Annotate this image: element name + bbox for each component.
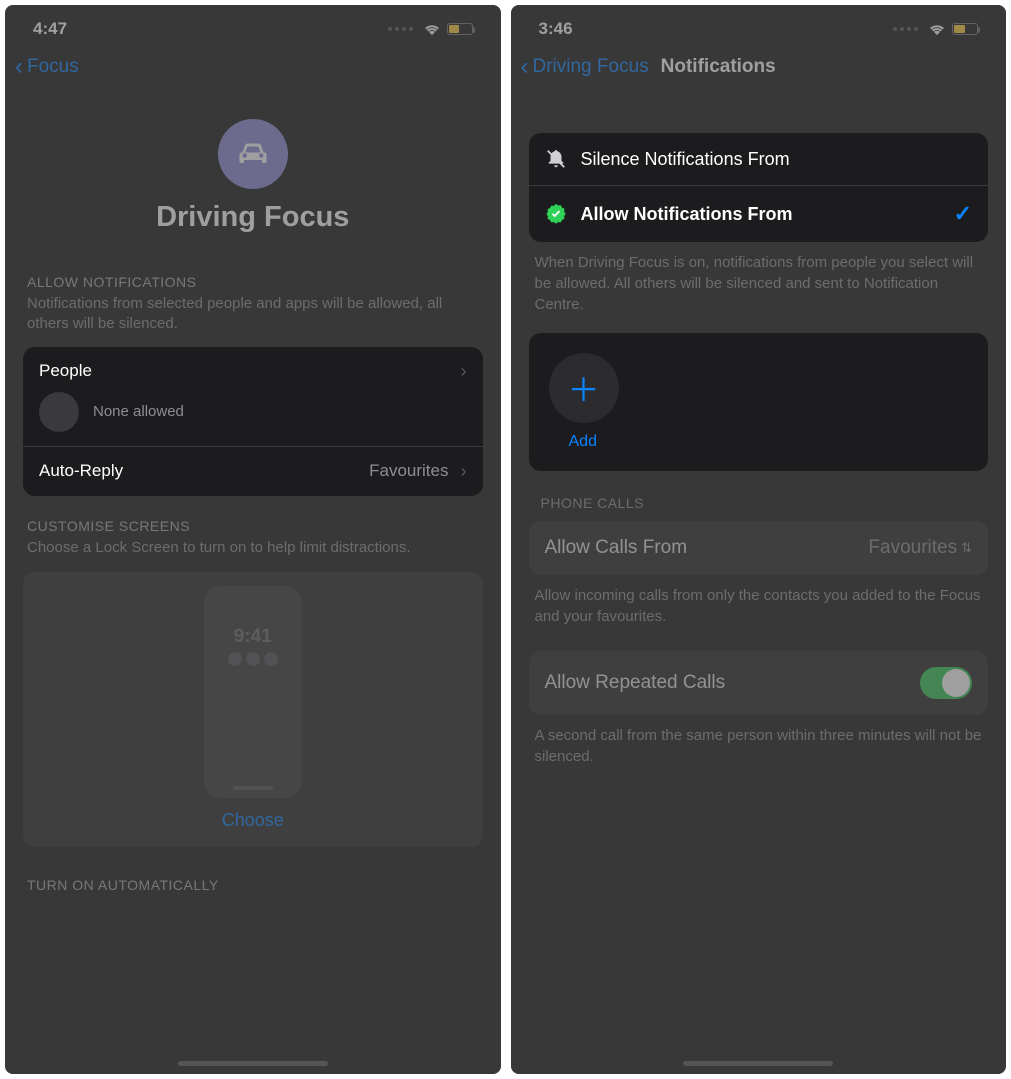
allow-mode-row[interactable]: Allow Notifications From ✓ — [529, 185, 989, 242]
add-people-card: ＋ Add — [529, 333, 989, 471]
mode-card: Silence Notifications From Allow Notific… — [529, 133, 989, 242]
cellular-dots-icon — [388, 27, 413, 31]
repeated-calls-toggle[interactable] — [920, 667, 972, 699]
section-customise-screens: CUSTOMISE SCREENS Choose a Lock Screen t… — [5, 496, 501, 558]
bell-slash-icon — [545, 148, 567, 170]
people-none-label: None allowed — [93, 403, 184, 420]
chevron-right-icon: › — [461, 461, 467, 482]
chevron-right-icon: › — [461, 361, 467, 382]
battery-icon — [447, 23, 473, 35]
battery-icon — [952, 23, 978, 35]
page-title: Driving Focus — [5, 201, 501, 234]
nav-title: Notifications — [661, 56, 776, 78]
home-indicator[interactable] — [178, 1061, 328, 1066]
lockscreen-widgets-icon — [228, 652, 278, 666]
wifi-icon — [928, 22, 946, 36]
back-chevron-icon[interactable]: ‹ — [521, 53, 529, 81]
lockscreen-homebar-icon — [233, 786, 273, 790]
notifications-card: People › None allowed Auto-Reply Favouri… — [23, 347, 483, 496]
back-button[interactable]: Driving Focus — [533, 56, 649, 78]
up-down-chevron-icon: ⇅ — [961, 540, 972, 556]
status-indicators — [388, 22, 473, 36]
section-header: CUSTOMISE SCREENS — [27, 518, 479, 534]
checkmark-icon: ✓ — [954, 201, 972, 227]
repeated-calls-card: Allow Repeated Calls — [529, 651, 989, 715]
avatar-placeholder-icon — [39, 392, 79, 432]
nav-bar: ‹ Driving Focus Notifications — [511, 47, 1007, 91]
section-turn-on-auto: TURN ON AUTOMATICALLY — [5, 847, 501, 893]
allow-calls-footer: Allow incoming calls from only the conta… — [511, 575, 1007, 627]
people-row[interactable]: People › None allowed — [23, 347, 483, 446]
silence-mode-row[interactable]: Silence Notifications From — [529, 133, 989, 185]
plus-icon: ＋ — [567, 365, 599, 411]
auto-reply-value: Favourites — [369, 461, 448, 481]
allow-label: Allow Notifications From — [581, 204, 940, 225]
section-description: Notifications from selected people and a… — [27, 294, 479, 335]
modes-footer: When Driving Focus is on, notifications … — [511, 242, 1007, 315]
allow-calls-value: Favourites — [868, 537, 957, 559]
phone-calls-header: PHONE CALLS — [511, 471, 1007, 511]
wifi-icon — [423, 22, 441, 36]
lockscreen-preview: 9:41 — [204, 586, 302, 798]
add-button[interactable]: ＋ Add — [529, 333, 989, 471]
status-time: 4:47 — [33, 19, 67, 39]
add-label: Add — [569, 433, 969, 451]
allow-calls-label: Allow Calls From — [545, 537, 869, 559]
add-circle-icon: ＋ — [549, 353, 619, 423]
status-bar: 4:47 — [5, 5, 501, 47]
home-indicator[interactable] — [683, 1061, 833, 1066]
hero: Driving Focus — [5, 91, 501, 252]
checkmark-seal-icon — [545, 203, 567, 225]
section-allow-notifications: ALLOW NOTIFICATIONS Notifications from s… — [5, 252, 501, 335]
choose-button[interactable]: Choose — [23, 810, 483, 831]
back-chevron-icon[interactable]: ‹ — [15, 53, 23, 81]
status-time: 3:46 — [539, 19, 573, 39]
section-header: ALLOW NOTIFICATIONS — [27, 274, 479, 290]
section-description: Choose a Lock Screen to turn on to help … — [27, 538, 479, 558]
silence-label: Silence Notifications From — [581, 149, 973, 170]
nav-bar: ‹ Focus — [5, 47, 501, 91]
auto-reply-row[interactable]: Auto-Reply Favourites › — [23, 446, 483, 496]
people-label: People — [39, 361, 461, 381]
screenshot-right: 3:46 ‹ Driving Focus Notifications Silen… — [511, 5, 1007, 1074]
repeated-calls-label: Allow Repeated Calls — [545, 672, 921, 694]
focus-car-icon — [218, 119, 288, 189]
status-bar: 3:46 — [511, 5, 1007, 47]
cellular-dots-icon — [893, 27, 918, 31]
repeated-calls-footer: A second call from the same person withi… — [511, 715, 1007, 767]
lockscreen-time: 9:41 — [234, 626, 272, 648]
repeated-calls-row[interactable]: Allow Repeated Calls — [529, 651, 989, 715]
lockscreen-card[interactable]: 9:41 Choose — [23, 572, 483, 847]
allow-calls-card: Allow Calls From Favourites ⇅ — [529, 521, 989, 575]
back-button[interactable]: Focus — [27, 56, 79, 78]
auto-reply-label: Auto-Reply — [39, 461, 357, 481]
status-indicators — [893, 22, 978, 36]
toggle-knob-icon — [942, 669, 970, 697]
allow-calls-row[interactable]: Allow Calls From Favourites ⇅ — [529, 521, 989, 575]
screenshot-left: 4:47 ‹ Focus Driving Focus ALLOW NOTIFIC… — [5, 5, 501, 1074]
